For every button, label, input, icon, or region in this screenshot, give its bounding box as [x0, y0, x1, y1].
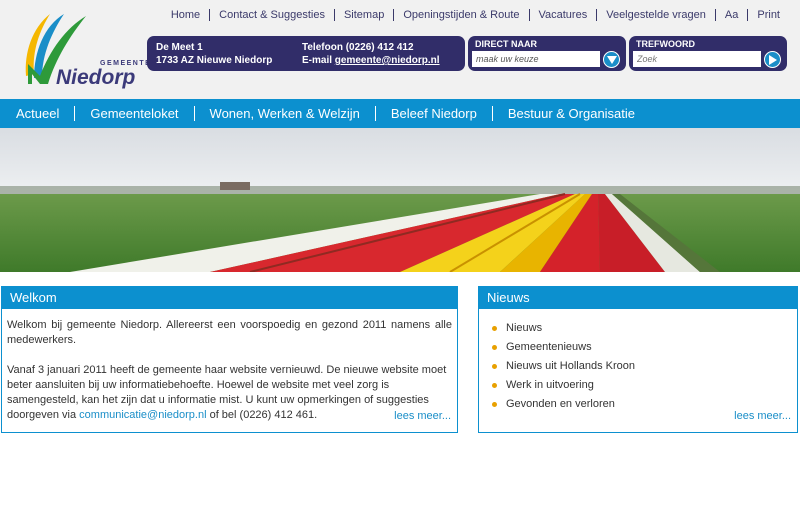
bullet-icon [492, 364, 497, 369]
toplink-contact[interactable]: Contact & Suggesties [209, 9, 334, 21]
welkom-panel: Welkom Welkom bij gemeente Niedorp. Alle… [1, 286, 458, 433]
nieuws-title: Nieuws [479, 287, 797, 309]
direct-naar-box: DIRECT NAAR maak uw keuze [468, 36, 626, 71]
toplink-home[interactable]: Home [162, 9, 209, 21]
address-line-2: 1733 AZ Nieuwe Niedorp [156, 55, 273, 66]
toplink-vacatures[interactable]: Vacatures [528, 9, 597, 21]
logo-niedorp-text: Niedorp [56, 66, 136, 89]
site-header: GEMEENTE Niedorp Home Contact & Suggesti… [0, 0, 800, 99]
nieuws-link-nieuws[interactable]: Nieuws [506, 319, 542, 338]
welkom-paragraph-1: Welkom bij gemeente Niedorp. Allereerst … [7, 319, 452, 346]
welkom-title: Welkom [2, 287, 457, 309]
bullet-icon [492, 402, 497, 407]
search-button[interactable] [764, 51, 781, 68]
phone-text: Telefoon (0226) 412 412 [302, 42, 414, 53]
email-label: E-mail [302, 55, 335, 66]
direct-naar-select[interactable]: maak uw keuze [472, 51, 600, 67]
nav-actueel[interactable]: Actueel [0, 106, 74, 121]
address-line-1: De Meet 1 [156, 42, 203, 53]
toplink-text-size[interactable]: Aa [714, 9, 747, 21]
welkom-paragraph-2: Vanaf 3 januari 2011 heeft de gemeente h… [7, 363, 452, 423]
arrow-right-icon [768, 54, 777, 65]
email-link[interactable]: gemeente@niedorp.nl [335, 55, 440, 66]
nieuws-list: Nieuws Gemeentenieuws Nieuws uit Holland… [479, 309, 797, 414]
search-input[interactable] [633, 51, 761, 67]
list-item: Werk in uitvoering [492, 376, 797, 395]
nav-beleef-niedorp[interactable]: Beleef Niedorp [374, 106, 492, 121]
site-logo[interactable]: GEMEENTE Niedorp [20, 8, 150, 89]
list-item: Gemeentenieuws [492, 338, 797, 357]
chevron-down-icon [606, 55, 617, 64]
toplink-print[interactable]: Print [747, 9, 780, 21]
nieuws-link-gevonden-verloren[interactable]: Gevonden en verloren [506, 395, 615, 414]
nieuws-link-werk-in-uitvoering[interactable]: Werk in uitvoering [506, 376, 594, 395]
nieuws-link-gemeentenieuws[interactable]: Gemeentenieuws [506, 338, 592, 357]
bullet-icon [492, 345, 497, 350]
search-label: TREFWOORD [636, 39, 695, 49]
banner-image-tulip-fields [0, 128, 800, 272]
toplink-faq[interactable]: Veelgestelde vragen [596, 9, 715, 21]
nieuws-link-hollands-kroon[interactable]: Nieuws uit Hollands Kroon [506, 357, 635, 376]
nav-gemeenteloket[interactable]: Gemeenteloket [74, 106, 193, 121]
direct-naar-label: DIRECT NAAR [475, 39, 537, 49]
toplink-openingstijden[interactable]: Openingstijden & Route [393, 9, 528, 21]
nav-wonen-werken-welzijn[interactable]: Wonen, Werken & Welzijn [193, 106, 375, 121]
nieuws-lees-meer-link[interactable]: lees meer... [734, 410, 791, 422]
list-item: Nieuws [492, 319, 797, 338]
toplink-sitemap[interactable]: Sitemap [333, 9, 393, 21]
nieuws-panel: Nieuws Nieuws Gemeentenieuws Nieuws uit … [478, 286, 798, 433]
list-item: Nieuws uit Hollands Kroon [492, 357, 797, 376]
welkom-lees-meer-link[interactable]: lees meer... [394, 410, 451, 422]
communicatie-email-link[interactable]: communicatie@niedorp.nl [79, 409, 206, 421]
nav-bestuur-organisatie[interactable]: Bestuur & Organisatie [491, 106, 650, 121]
tulip-field-image [0, 128, 800, 272]
search-box: TREFWOORD [629, 36, 787, 71]
main-nav: Actueel Gemeenteloket Wonen, Werken & We… [0, 99, 800, 128]
top-links: Home Contact & Suggesties Sitemap Openin… [162, 9, 780, 21]
bullet-icon [492, 326, 497, 331]
welkom-paragraph-2-tail: of bel (0226) 412 461. [206, 409, 318, 421]
bullet-icon [492, 383, 497, 388]
contact-box: De Meet 1 1733 AZ Nieuwe Niedorp Telefoo… [147, 36, 465, 71]
direct-naar-button[interactable] [603, 51, 620, 68]
